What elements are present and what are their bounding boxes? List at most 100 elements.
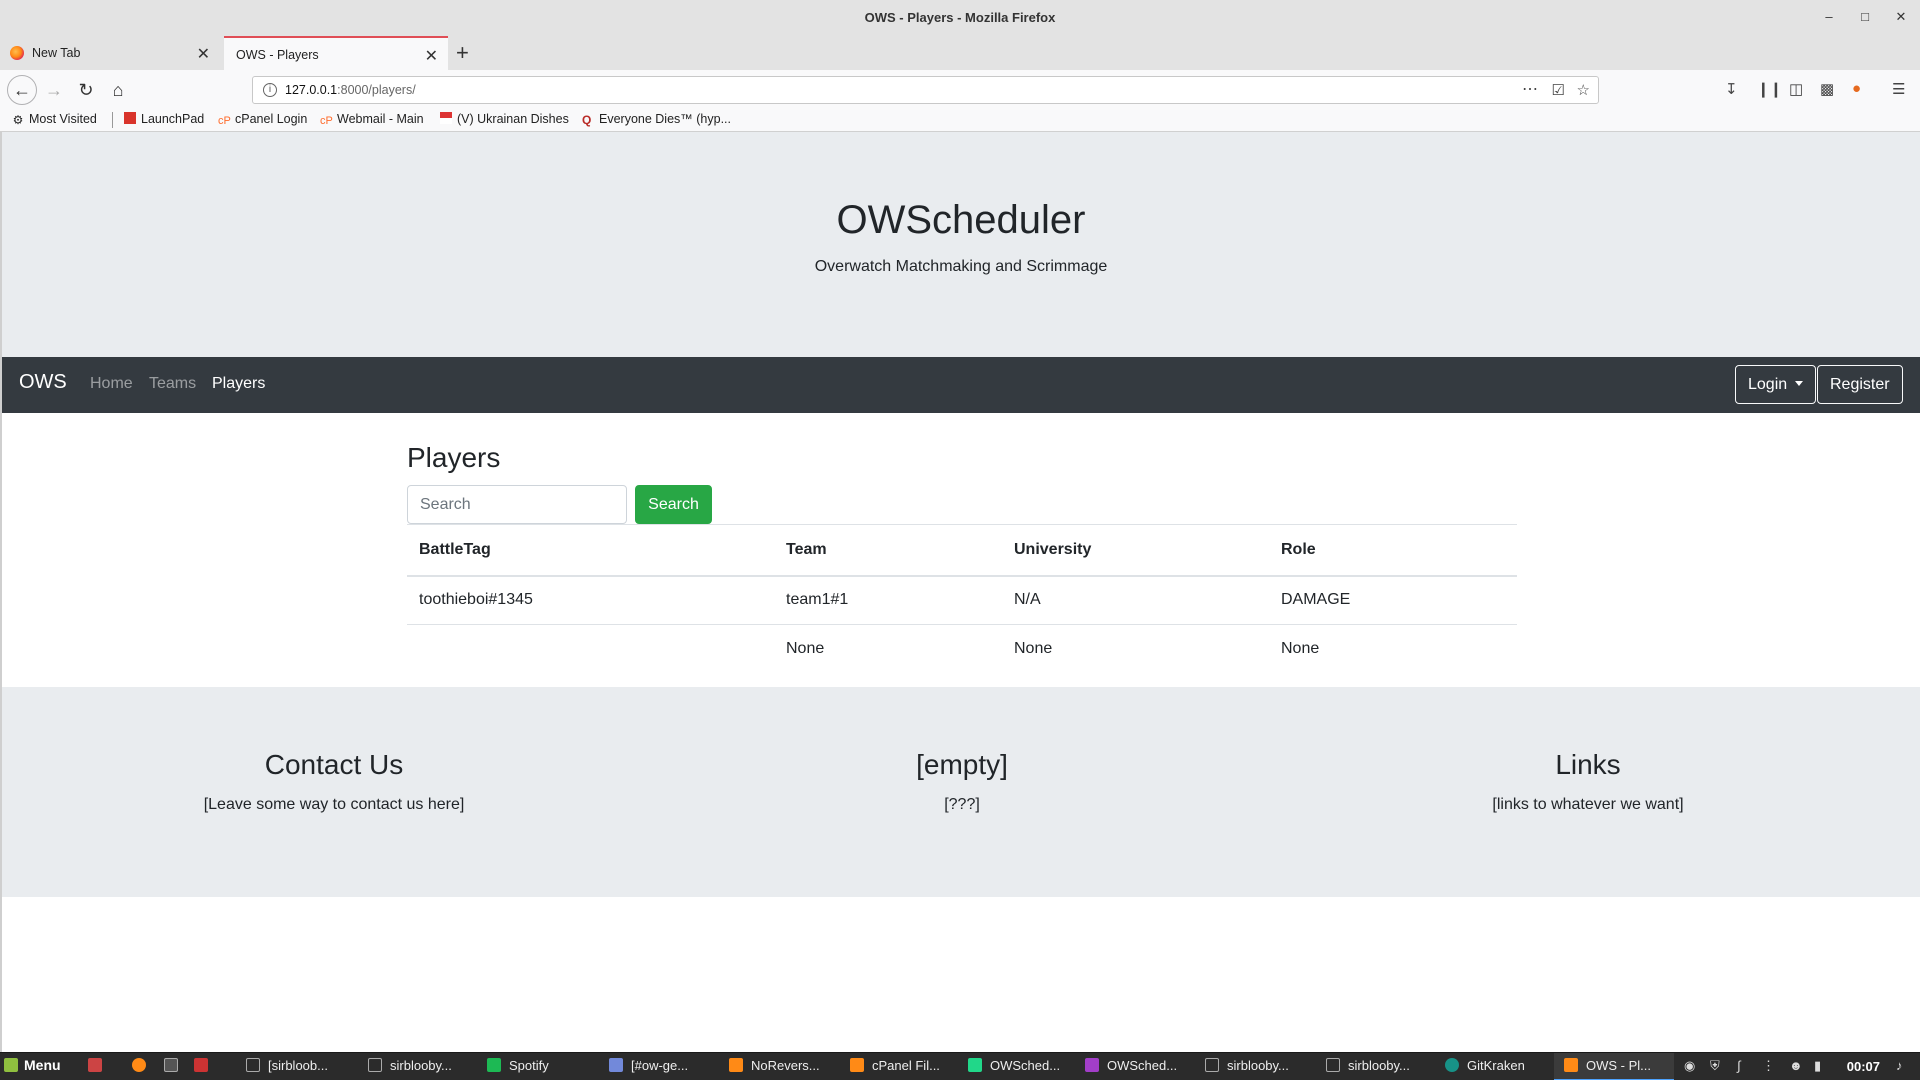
- nav-link-players[interactable]: Players: [212, 375, 265, 393]
- terminal-icon: [368, 1058, 382, 1072]
- register-button[interactable]: Register: [1817, 365, 1903, 404]
- tab-ows-players[interactable]: OWS - Players ✕: [224, 36, 448, 70]
- extension-icon[interactable]: ▩: [1820, 80, 1834, 98]
- pycharm-icon: [968, 1058, 982, 1072]
- tab-label: New Tab: [32, 46, 81, 60]
- taskbar-item-terminal-4[interactable]: sirblooby...: [1326, 1058, 1410, 1073]
- library-icon[interactable]: ❙❙: [1757, 80, 1782, 98]
- cell-university: N/A: [1002, 575, 1269, 625]
- shield-icon[interactable]: ⛨: [1710, 1058, 1720, 1074]
- navbar-brand[interactable]: OWS: [19, 371, 67, 394]
- hamburger-menu-icon[interactable]: ☰: [1892, 80, 1905, 98]
- bookmark-cpanel-login[interactable]: cP cPanel Login: [218, 112, 307, 127]
- tab-label: OWS - Players: [236, 48, 319, 62]
- gitkraken-icon: [1445, 1058, 1459, 1072]
- search-input[interactable]: [407, 485, 627, 524]
- site-subtitle: Overwatch Matchmaking and Scrimmage: [814, 258, 1108, 275]
- minimize-icon[interactable]: –: [1820, 8, 1838, 26]
- discord-tray-icon[interactable]: ◉: [1684, 1058, 1695, 1074]
- launchpad-icon: [124, 112, 136, 124]
- terminal-icon: [1205, 1058, 1219, 1072]
- spotify-icon: [487, 1058, 501, 1072]
- cell-battletag: toothieboi#1345: [407, 575, 774, 625]
- bluetooth-icon[interactable]: ∫: [1737, 1058, 1741, 1073]
- taskbar-item-firefox-1[interactable]: NoRevers...: [729, 1058, 820, 1073]
- back-arrow-icon[interactable]: ←: [7, 75, 37, 105]
- volume-icon[interactable]: ♪: [1896, 1058, 1903, 1073]
- footer-heading: [empty]: [916, 749, 1008, 780]
- footer-text: [???]: [944, 796, 980, 813]
- start-menu-button[interactable]: Menu: [4, 1057, 61, 1073]
- gear-icon: ⚙: [12, 113, 24, 127]
- caret-down-icon: [1795, 381, 1804, 386]
- clock[interactable]: 00:07: [1847, 1059, 1880, 1074]
- taskbar-item-terminal-1[interactable]: [sirbloob...: [246, 1058, 328, 1073]
- taskbar-item-terminal-2[interactable]: sirblooby...: [368, 1058, 452, 1073]
- firefox-icon: [10, 46, 24, 60]
- show-desktop-icon[interactable]: [88, 1058, 110, 1073]
- tab-new-tab[interactable]: New Tab ✕: [0, 36, 220, 70]
- site-footer: Contact Us [Leave some way to contact us…: [2, 687, 1920, 897]
- reload-icon[interactable]: ↻: [73, 77, 99, 103]
- login-dropdown-button[interactable]: Login: [1735, 365, 1817, 404]
- table-header-row: BattleTag Team University Role: [407, 524, 1517, 577]
- network-icon[interactable]: ⋮: [1762, 1058, 1775, 1074]
- downloads-icon[interactable]: ↧: [1725, 80, 1738, 98]
- taskbar-item-spotify[interactable]: Spotify: [487, 1058, 549, 1073]
- column-header-role: Role: [1269, 524, 1517, 577]
- taskbar-item-discord[interactable]: [#ow-ge...: [609, 1058, 688, 1073]
- web-page: OWScheduler Overwatch Matchmaking and Sc…: [0, 132, 1920, 1052]
- url-text[interactable]: 127.0.0.1:8000/players/: [285, 83, 416, 97]
- nav-link-teams[interactable]: Teams: [149, 375, 196, 393]
- window-titlebar: OWS - Players - Mozilla Firefox – □ ✕: [0, 0, 1920, 36]
- taskbar-item-ows-players[interactable]: OWS - Pl...: [1554, 1053, 1674, 1080]
- maximize-icon[interactable]: □: [1856, 8, 1874, 26]
- terminal-icon: [246, 1058, 260, 1072]
- column-header-battletag: BattleTag: [407, 524, 774, 577]
- sidebar-icon[interactable]: ◫: [1789, 80, 1803, 98]
- cpanel-icon: cP: [320, 115, 333, 127]
- column-header-team: Team: [774, 524, 1002, 577]
- battery-icon[interactable]: ▮: [1814, 1058, 1821, 1074]
- close-tab-icon[interactable]: ✕: [197, 44, 210, 64]
- players-heading: Players: [407, 442, 501, 473]
- home-icon[interactable]: ⌂: [105, 77, 131, 103]
- firefox-icon: [850, 1058, 864, 1072]
- url-bar[interactable]: i 127.0.0.1:8000/players/ ⋯ ☑ ☆: [252, 76, 1599, 104]
- taskbar-item-owsched[interactable]: OWSched...: [1085, 1058, 1177, 1073]
- jumbotron: OWScheduler Overwatch Matchmaking and Sc…: [2, 132, 1920, 357]
- tab-bar: New Tab ✕ OWS - Players ✕ +: [0, 36, 1920, 70]
- new-tab-plus-icon[interactable]: +: [456, 40, 469, 66]
- footer-heading: Contact Us: [264, 749, 404, 780]
- files-launcher-icon[interactable]: [194, 1058, 216, 1073]
- taskbar-item-firefox-2[interactable]: cPanel Fil...: [850, 1058, 940, 1073]
- column-header-university: University: [1002, 524, 1269, 577]
- footer-heading: Links: [1555, 749, 1621, 780]
- firefox-icon: [729, 1058, 743, 1072]
- bookmark-most-visited[interactable]: ⚙ Most Visited: [12, 112, 97, 126]
- bookmarks-toolbar: ⚙ Most Visited LaunchPad cP cPanel Login c…: [0, 108, 1920, 132]
- terminal-launcher-icon[interactable]: [164, 1058, 186, 1073]
- firefox-icon: [1564, 1058, 1578, 1072]
- cell-battletag: [407, 624, 774, 674]
- bookmark-everyone-dies[interactable]: Q Everyone Dies™ (hyp...: [582, 112, 731, 126]
- bookmark-webmail[interactable]: cP Webmail - Main: [320, 112, 424, 127]
- taskbar-item-pycharm[interactable]: OWSched...: [968, 1058, 1060, 1073]
- bookmark-launchpad[interactable]: LaunchPad: [124, 112, 204, 126]
- pocket-icon[interactable]: ☑: [1552, 81, 1565, 99]
- firefox-launcher-icon[interactable]: [132, 1058, 154, 1073]
- close-window-icon[interactable]: ✕: [1892, 8, 1910, 26]
- duckduckgo-icon[interactable]: ●: [1852, 80, 1861, 97]
- taskbar-item-gitkraken[interactable]: GitKraken: [1445, 1058, 1525, 1073]
- site-info-icon[interactable]: i: [263, 83, 277, 97]
- taskbar-item-terminal-3[interactable]: sirblooby...: [1205, 1058, 1289, 1073]
- bookmark-ukrainan-dishes[interactable]: (V) Ukrainan Dishes: [440, 112, 569, 126]
- bookmark-star-icon[interactable]: ☆: [1577, 81, 1590, 99]
- page-actions-icon[interactable]: ⋯: [1522, 79, 1538, 99]
- user-icon[interactable]: ☻: [1789, 1058, 1803, 1073]
- close-tab-icon[interactable]: ✕: [425, 46, 438, 66]
- system-taskbar: Menu [sirbloob... sirblooby... Spotify […: [0, 1052, 1920, 1080]
- forward-arrow-icon[interactable]: →: [41, 77, 67, 103]
- nav-link-home[interactable]: Home: [90, 375, 133, 393]
- search-button[interactable]: Search: [635, 485, 712, 524]
